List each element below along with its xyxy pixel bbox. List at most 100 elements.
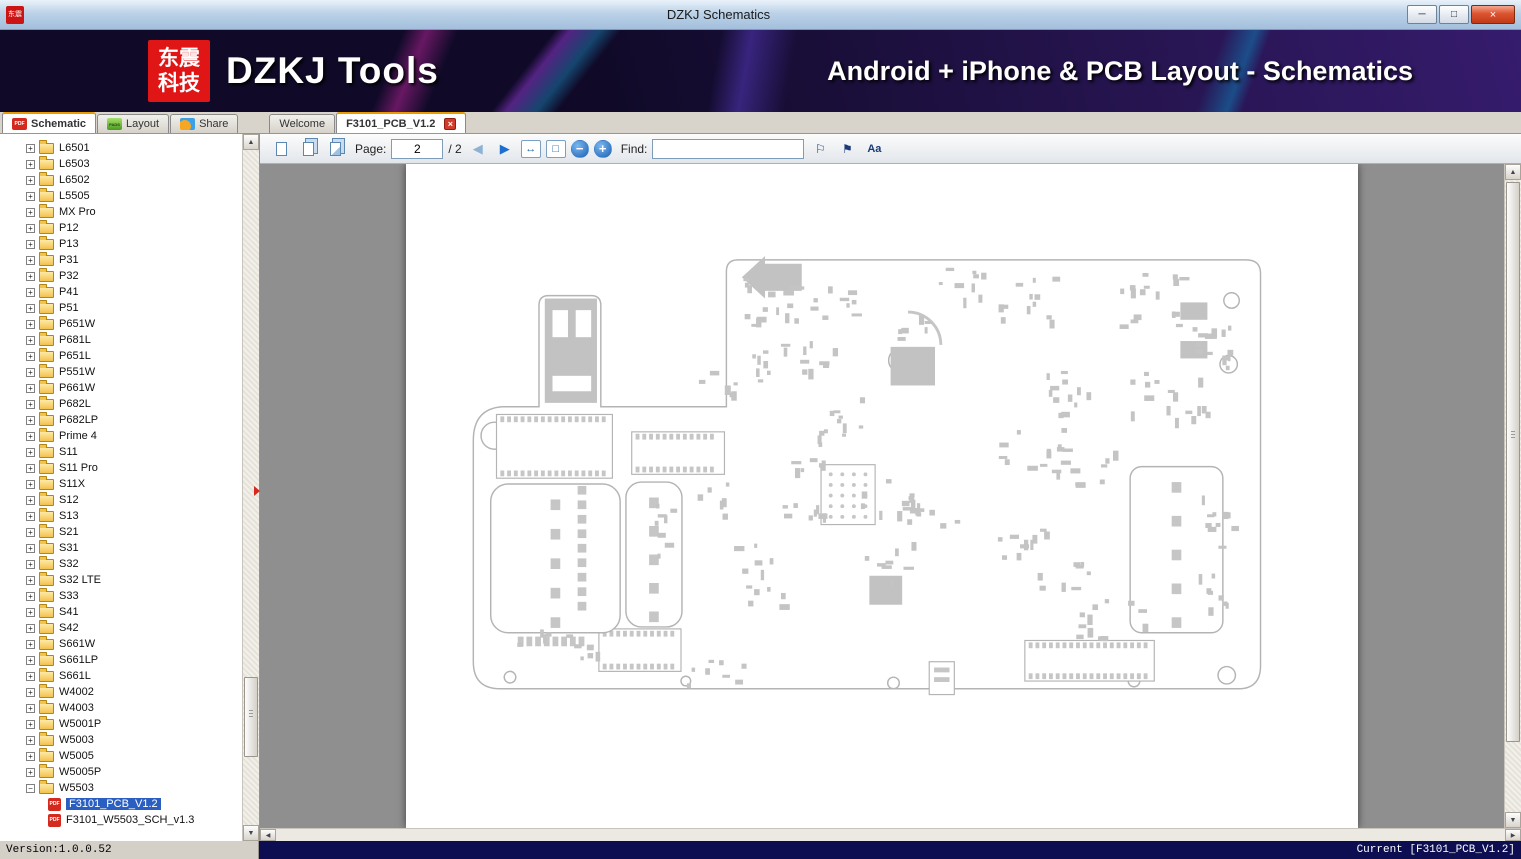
close-button[interactable]: × xyxy=(1471,5,1515,24)
collapse-icon[interactable]: − xyxy=(26,783,35,793)
expand-icon[interactable]: + xyxy=(26,463,35,473)
viewer-scrollbar[interactable]: ▲ ▼ xyxy=(1504,164,1521,828)
expand-icon[interactable]: + xyxy=(26,751,35,761)
expand-icon[interactable]: + xyxy=(26,175,35,185)
expand-icon[interactable]: + xyxy=(26,319,35,329)
expand-icon[interactable]: + xyxy=(26,303,35,313)
expand-icon[interactable]: + xyxy=(26,159,35,169)
sidebar-scroll-thumb[interactable] xyxy=(244,676,258,757)
tree-item-s42[interactable]: + S42 xyxy=(26,619,242,636)
expand-icon[interactable]: + xyxy=(26,719,35,729)
tree-item-p682lp[interactable]: + P682LP xyxy=(26,411,242,428)
expand-icon[interactable]: + xyxy=(26,639,35,649)
tree-item-prime-4[interactable]: + Prime 4 xyxy=(26,427,242,444)
expand-icon[interactable]: + xyxy=(26,367,35,377)
minimize-button[interactable]: ─ xyxy=(1407,5,1437,24)
scroll-up-icon[interactable]: ▲ xyxy=(243,134,259,150)
expand-icon[interactable]: + xyxy=(26,671,35,681)
fit-width-button[interactable]: ↔ xyxy=(520,139,541,158)
tree-item-s661w[interactable]: + S661W xyxy=(26,635,242,652)
tree-item-s11[interactable]: + S11 xyxy=(26,443,242,460)
expand-icon[interactable]: + xyxy=(26,495,35,505)
splitter-handle-icon[interactable] xyxy=(254,486,260,496)
find-prev-button[interactable]: ⚐ xyxy=(809,138,831,160)
expand-icon[interactable]: + xyxy=(26,399,35,409)
tree-item-s41[interactable]: + S41 xyxy=(26,603,242,620)
tree-item-p32[interactable]: + P32 xyxy=(26,267,242,284)
expand-icon[interactable]: + xyxy=(26,591,35,601)
tree-item-s12[interactable]: + S12 xyxy=(26,491,242,508)
tree-item-s32-lte[interactable]: + S32 LTE xyxy=(26,571,242,588)
viewer-scroll-thumb[interactable] xyxy=(1506,182,1520,742)
expand-icon[interactable]: + xyxy=(26,383,35,393)
tree-item-w5005p[interactable]: + W5005P xyxy=(26,763,242,780)
expand-icon[interactable]: + xyxy=(26,687,35,697)
tree-item-p661w[interactable]: + P661W xyxy=(26,379,242,396)
tree-item-s21[interactable]: + S21 xyxy=(26,523,242,540)
expand-icon[interactable]: + xyxy=(26,271,35,281)
tree-item-w4003[interactable]: + W4003 xyxy=(26,699,242,716)
facing-pages-icon[interactable] xyxy=(297,138,319,160)
expand-icon[interactable]: + xyxy=(26,655,35,665)
expand-icon[interactable]: + xyxy=(26,735,35,745)
tree-item-w5001p[interactable]: + W5001P xyxy=(26,715,242,732)
expand-icon[interactable]: + xyxy=(26,447,35,457)
zoom-out-button[interactable]: − xyxy=(570,139,589,158)
tree-item-p682l[interactable]: + P682L xyxy=(26,395,242,412)
tree-item-p551w[interactable]: + P551W xyxy=(26,363,242,380)
tree-item-s13[interactable]: + S13 xyxy=(26,507,242,524)
expand-icon[interactable]: + xyxy=(26,143,35,153)
tree-item-w5503[interactable]: − W5503 xyxy=(26,779,242,796)
tree-item-p51[interactable]: + P51 xyxy=(26,299,242,316)
tree-item-s11-pro[interactable]: + S11 Pro xyxy=(26,459,242,476)
tree-item-p13[interactable]: + P13 xyxy=(26,235,242,252)
doc-tab-welcome[interactable]: Welcome xyxy=(269,114,336,133)
tree-item-p12[interactable]: + P12 xyxy=(26,219,242,236)
tree-item-s11x[interactable]: + S11X xyxy=(26,475,242,492)
font-size-button[interactable]: Aa xyxy=(863,138,885,160)
expand-icon[interactable]: + xyxy=(26,415,35,425)
tree-item-w4002[interactable]: + W4002 xyxy=(26,683,242,700)
tree-item-s661lp[interactable]: + S661LP xyxy=(26,651,242,668)
expand-icon[interactable]: + xyxy=(26,543,35,553)
tree-item-p651l[interactable]: + P651L xyxy=(26,347,242,364)
viewer-hscrollbar[interactable]: ◀ ▶ xyxy=(260,828,1521,841)
expand-icon[interactable]: + xyxy=(26,479,35,489)
tree-item-f3101-pcb-v1-2[interactable]: PDF F3101_PCB_V1.2 xyxy=(26,796,242,812)
expand-icon[interactable]: + xyxy=(26,335,35,345)
tree-item-l6501[interactable]: + L6501 xyxy=(26,139,242,156)
viewer-scroll-track[interactable] xyxy=(1505,180,1521,812)
expand-icon[interactable]: + xyxy=(26,607,35,617)
page-input[interactable] xyxy=(391,138,444,159)
main-tab-share[interactable]: Share xyxy=(170,114,239,133)
prev-page-button[interactable]: ◀ xyxy=(467,138,489,160)
tree-item-s661l[interactable]: + S661L xyxy=(26,667,242,684)
expand-icon[interactable]: + xyxy=(26,255,35,265)
tree-item-l6502[interactable]: + L6502 xyxy=(26,171,242,188)
next-page-button[interactable]: ▶ xyxy=(494,138,516,160)
maximize-button[interactable]: □ xyxy=(1439,5,1469,24)
tree-item-p31[interactable]: + P31 xyxy=(26,251,242,268)
scroll-down-icon[interactable]: ▼ xyxy=(243,825,259,841)
continuous-pages-icon[interactable] xyxy=(324,138,346,160)
tree-item-p651w[interactable]: + P651W xyxy=(26,315,242,332)
expand-icon[interactable]: + xyxy=(26,575,35,585)
doc-tab-f3101-pcb-v1-2[interactable]: F3101_PCB_V1.2 × xyxy=(336,112,467,133)
tree-item-mx-pro[interactable]: + MX Pro xyxy=(26,203,242,220)
viewer-scroll-left-icon[interactable]: ◀ xyxy=(260,829,276,841)
tree-item-p681l[interactable]: + P681L xyxy=(26,331,242,348)
expand-icon[interactable]: + xyxy=(26,527,35,537)
expand-icon[interactable]: + xyxy=(26,239,35,249)
tree-item-w5005[interactable]: + W5005 xyxy=(26,747,242,764)
find-input[interactable] xyxy=(652,138,805,159)
main-tab-layout[interactable]: PADS Layout xyxy=(97,114,170,133)
fit-page-button[interactable]: □ xyxy=(545,139,566,158)
tree-item-s33[interactable]: + S33 xyxy=(26,587,242,604)
find-next-button[interactable]: ⚑ xyxy=(836,138,858,160)
expand-icon[interactable]: + xyxy=(26,767,35,777)
expand-icon[interactable]: + xyxy=(26,623,35,633)
tree-item-p41[interactable]: + P41 xyxy=(26,283,242,300)
tree-item-l6503[interactable]: + L6503 xyxy=(26,155,242,172)
expand-icon[interactable]: + xyxy=(26,559,35,569)
tree-item-l5505[interactable]: + L5505 xyxy=(26,187,242,204)
